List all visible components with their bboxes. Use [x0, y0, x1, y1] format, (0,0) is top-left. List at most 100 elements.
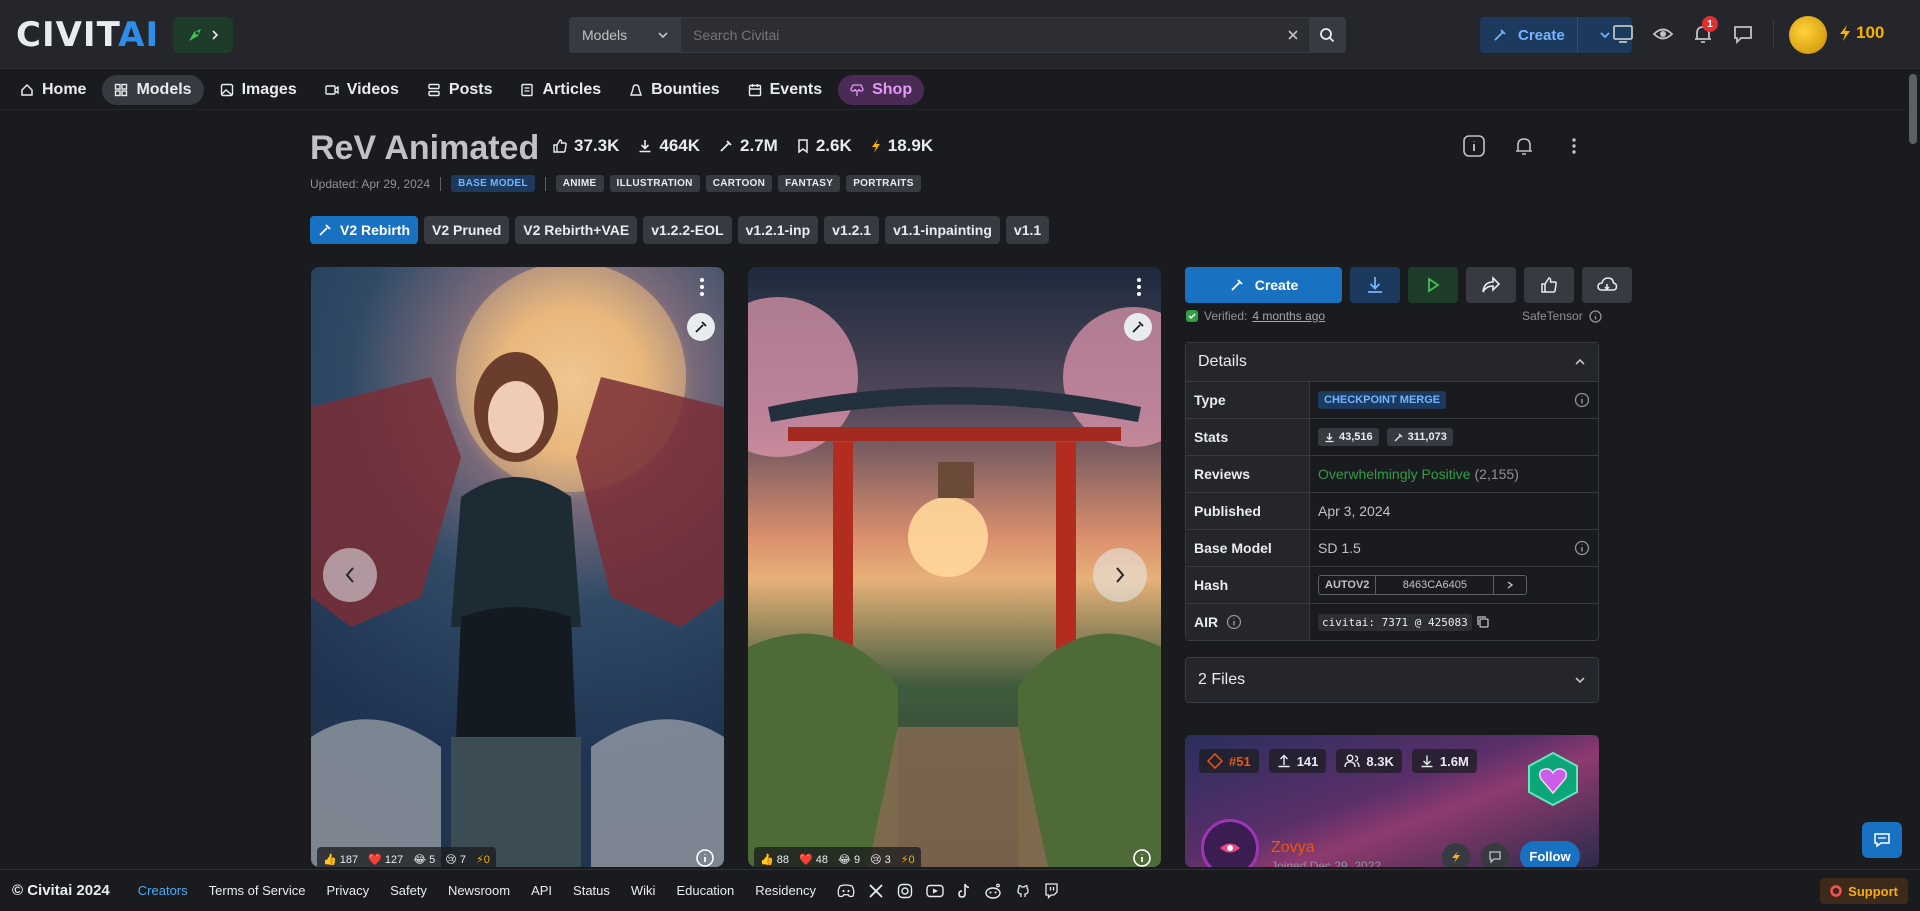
verified-shield-icon [1185, 309, 1199, 323]
nav-item-videos[interactable]: Videos [313, 75, 411, 105]
footer-link-api[interactable]: API [531, 883, 552, 898]
model-info-button[interactable] [1456, 128, 1492, 164]
tip-buzz-button[interactable] [1442, 843, 1470, 867]
footer-link-terms[interactable]: Terms of Service [209, 883, 306, 898]
hash-selector[interactable]: AUTOV2 8463CA6405 [1318, 575, 1528, 595]
search-input[interactable] [681, 18, 1277, 52]
reaction-bar[interactable]: 👍 88 ❤️ 48 😂 9 😢 3 ⚡0 [754, 847, 921, 867]
files-accordion[interactable]: 2 Files [1185, 657, 1599, 703]
more-options-button[interactable] [1556, 128, 1592, 164]
review-summary-link[interactable]: Overwhelmingly Positive [1318, 466, 1471, 482]
base-model-tag[interactable]: BASE MODEL [451, 175, 535, 192]
footer-link-wiki[interactable]: Wiki [631, 883, 656, 898]
verified-time-link[interactable]: 4 months ago [1252, 309, 1325, 323]
info-icon[interactable] [1589, 309, 1602, 323]
civitai-logo[interactable]: CIVITAI [16, 17, 234, 53]
details-header[interactable]: Details [1186, 343, 1598, 381]
creator-avatar[interactable] [1201, 819, 1259, 867]
follow-button[interactable]: Follow [1520, 841, 1580, 867]
nav-item-articles[interactable]: Articles [508, 75, 613, 105]
nav-item-events[interactable]: Events [736, 75, 834, 105]
remix-link-button[interactable] [687, 313, 715, 341]
nav-item-home[interactable]: Home [8, 75, 98, 105]
chat-launcher-button[interactable] [1862, 822, 1902, 858]
image-icon [220, 83, 234, 97]
footer-link-privacy[interactable]: Privacy [326, 883, 369, 898]
version-tab[interactable]: v1.1 [1005, 216, 1050, 244]
version-tab[interactable]: v1.1-inpainting [885, 216, 1000, 244]
github-icon[interactable] [1015, 883, 1031, 899]
upload-screen-icon[interactable] [1612, 23, 1634, 45]
creator-name[interactable]: Zovya [1271, 839, 1315, 857]
support-button[interactable]: Support [1820, 878, 1908, 904]
version-tab[interactable]: V2 Rebirth [310, 216, 419, 244]
dots-vertical-icon[interactable] [1129, 277, 1149, 297]
info-icon[interactable] [1226, 614, 1242, 630]
cloud-save-button[interactable] [1582, 267, 1632, 303]
page-scrollbar[interactable] [1906, 70, 1920, 869]
version-tab[interactable]: v1.2.1 [824, 216, 880, 244]
remix-link-button[interactable] [1124, 313, 1152, 341]
nav-item-models[interactable]: Models [102, 74, 204, 105]
create-button[interactable]: Create [1185, 267, 1342, 303]
brush-icon [1131, 320, 1145, 334]
info-icon[interactable] [694, 847, 716, 867]
footer-link-newsroom[interactable]: Newsroom [448, 883, 510, 898]
model-top-actions [1456, 128, 1592, 164]
notify-button[interactable] [1506, 128, 1542, 164]
footer-link-education[interactable]: Education [676, 883, 734, 898]
tag-anime[interactable]: ANIME [555, 175, 604, 192]
carousel-next-button[interactable] [1093, 548, 1147, 602]
footer-link-safety[interactable]: Safety [390, 883, 427, 898]
dots-vertical-icon[interactable] [692, 277, 712, 297]
version-tab[interactable]: v1.2.1-inp [737, 216, 819, 244]
reaction-bar[interactable]: 👍 187 ❤️ 127 😂 5 😢 7 ⚡0 [317, 847, 496, 867]
user-avatar[interactable] [1789, 16, 1827, 54]
app-switcher-button[interactable] [173, 17, 234, 53]
tag-cartoon[interactable]: CARTOON [705, 175, 773, 192]
carousel-prev-button[interactable] [323, 548, 377, 602]
download-button[interactable] [1350, 267, 1400, 303]
like-button[interactable] [1524, 267, 1574, 303]
scrollbar-thumb[interactable] [1909, 74, 1917, 144]
brush-icon [1393, 432, 1404, 443]
share-button[interactable] [1466, 267, 1516, 303]
version-tab[interactable]: V2 Pruned [424, 216, 510, 244]
footer-link-status[interactable]: Status [573, 883, 610, 898]
notification-count-badge: 1 [1702, 16, 1718, 32]
x-twitter-icon[interactable] [868, 883, 884, 899]
chat-icon[interactable] [1732, 23, 1754, 45]
clear-search-button[interactable] [1277, 18, 1309, 52]
version-tab[interactable]: v1.2.2-EOL [643, 216, 732, 244]
nav-item-posts[interactable]: Posts [415, 75, 505, 105]
nav-item-images[interactable]: Images [208, 75, 309, 105]
footer-link-residency[interactable]: Residency [755, 883, 816, 898]
nav-item-shop[interactable]: Shop [838, 74, 925, 105]
search-button[interactable] [1309, 18, 1345, 52]
youtube-icon[interactable] [926, 884, 944, 898]
eye-icon [1219, 841, 1241, 855]
info-icon[interactable] [1131, 847, 1153, 867]
info-icon[interactable] [1574, 392, 1590, 408]
twitch-icon[interactable] [1044, 882, 1058, 899]
message-creator-button[interactable] [1481, 843, 1509, 867]
tag-illustration[interactable]: ILLUSTRATION [609, 175, 700, 192]
footer-link-creators[interactable]: Creators [138, 883, 188, 898]
discord-icon[interactable] [837, 883, 855, 898]
version-tab[interactable]: V2 Rebirth+VAE [515, 216, 638, 244]
reddit-icon[interactable] [984, 883, 1002, 899]
copy-icon[interactable] [1476, 615, 1490, 629]
brush-icon [318, 223, 332, 237]
header-create-button[interactable]: Create [1480, 17, 1632, 53]
run-button[interactable] [1408, 267, 1458, 303]
search-type-select[interactable]: Models [570, 18, 681, 52]
home-icon [20, 83, 34, 97]
eye-settings-icon[interactable] [1652, 23, 1674, 45]
tag-fantasy[interactable]: FANTASY [778, 175, 841, 192]
tag-portraits[interactable]: PORTRAITS [846, 175, 921, 192]
tiktok-icon[interactable] [957, 883, 971, 899]
buzz-balance[interactable]: 100 [1838, 23, 1884, 43]
info-icon[interactable] [1574, 540, 1590, 556]
nav-item-bounties[interactable]: Bounties [617, 75, 731, 105]
instagram-icon[interactable] [897, 883, 913, 899]
